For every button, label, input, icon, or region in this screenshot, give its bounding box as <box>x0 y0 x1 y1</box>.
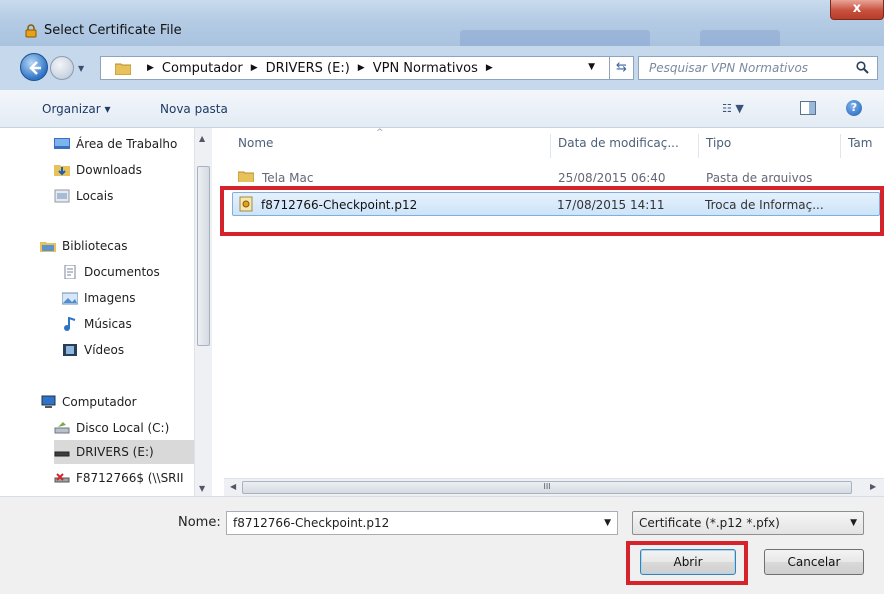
nav-scroll-thumb[interactable] <box>197 166 210 346</box>
lock-icon <box>25 24 37 38</box>
help-icon[interactable]: ? <box>846 100 862 116</box>
scroll-left-icon[interactable]: ◀ <box>230 482 236 491</box>
filetype-value: Certificate (*.p12 *.pfx) <box>639 516 780 530</box>
file-row-folder[interactable]: Tela Mac 25/08/2015 06:40 Pasta de arqui… <box>232 168 880 182</box>
title-bar: Select Certificate File x <box>0 0 884 48</box>
chevron-down-icon[interactable]: ▼ <box>850 512 857 534</box>
places-icon <box>54 189 70 203</box>
address-dropdown[interactable]: ▼ <box>588 62 595 72</box>
documents-icon <box>64 265 76 279</box>
highlight-box-file <box>220 186 884 236</box>
column-header-type[interactable]: Tipo <box>706 136 731 150</box>
close-button[interactable]: x <box>830 0 884 20</box>
music-icon <box>64 317 76 331</box>
recent-locations-dropdown[interactable]: ▼ <box>78 64 84 73</box>
navigation-pane: Área de Trabalho Downloads Locais Biblio… <box>0 128 214 496</box>
breadcrumb-computer[interactable]: Computador <box>162 61 243 76</box>
highlight-box-open <box>626 541 748 585</box>
column-header-date[interactable]: Data de modificaç... <box>558 136 679 150</box>
nav-item-computer[interactable]: Computador <box>40 390 137 414</box>
libraries-icon <box>40 242 56 252</box>
filetype-select[interactable]: Certificate (*.p12 *.pfx) ▼ <box>632 511 864 535</box>
new-folder-button[interactable]: Nova pasta <box>160 102 228 116</box>
refresh-button[interactable]: ⇆ <box>610 56 634 80</box>
downloads-icon <box>54 165 70 176</box>
nav-item-images[interactable]: Imagens <box>62 286 135 310</box>
videos-icon <box>63 344 77 356</box>
folder-icon <box>115 63 131 75</box>
chevron-down-icon[interactable]: ▼ <box>604 512 611 534</box>
column-divider[interactable] <box>550 134 551 158</box>
hscroll-thumb[interactable]: III <box>242 481 852 494</box>
search-placeholder: Pesquisar VPN Normativos <box>649 61 809 75</box>
pane-splitter[interactable] <box>214 128 224 496</box>
disk-icon <box>54 422 70 434</box>
search-input[interactable]: Pesquisar VPN Normativos <box>638 56 878 80</box>
nav-item-documents[interactable]: Documentos <box>62 260 160 284</box>
nav-item-network-drive[interactable]: F8712766$ (\\SRII <box>54 466 184 490</box>
address-bar[interactable]: ▶ Computador ▶ DRIVERS (E:) ▶ VPN Normat… <box>100 56 610 80</box>
filename-input[interactable]: f8712766-Checkpoint.p12 ▼ <box>226 511 618 535</box>
cancel-button[interactable]: Cancelar <box>764 549 864 575</box>
scroll-right-icon[interactable]: ▶ <box>870 482 876 491</box>
preview-pane-icon[interactable] <box>800 101 816 115</box>
file-list-hscrollbar[interactable]: ◀ III ▶ <box>224 478 884 496</box>
back-button[interactable] <box>20 53 48 81</box>
breadcrumb-drive[interactable]: DRIVERS (E:) <box>266 61 350 76</box>
nav-item-downloads[interactable]: Downloads <box>54 158 142 182</box>
filename-value: f8712766-Checkpoint.p12 <box>233 516 390 530</box>
chevron-right-icon: ▶ <box>147 63 154 73</box>
nav-item-desktop[interactable]: Área de Trabalho <box>54 132 177 156</box>
column-divider[interactable] <box>840 134 841 158</box>
search-icon <box>856 61 869 74</box>
network-drive-icon <box>54 473 70 483</box>
nav-item-libraries[interactable]: Bibliotecas <box>40 234 127 258</box>
file-list: Nome ^ Data de modificaç... Tipo Tam Tel… <box>220 128 884 478</box>
file-name-panel: Nome: f8712766-Checkpoint.p12 ▼ Certific… <box>0 496 884 594</box>
desktop-icon <box>54 138 70 149</box>
computer-icon <box>41 395 56 408</box>
drive-icon <box>54 451 70 457</box>
window-title: Select Certificate File <box>44 23 182 38</box>
column-divider[interactable] <box>698 134 699 158</box>
nav-item-videos[interactable]: Vídeos <box>62 338 124 362</box>
nav-scrollbar[interactable]: ▲ ▼ <box>194 128 212 496</box>
filename-label: Nome: <box>178 515 221 530</box>
sort-indicator-icon: ^ <box>376 128 384 138</box>
command-bar: Organizar ▾ Nova pasta ☷ ▼ ? <box>0 90 884 128</box>
column-header-name[interactable]: Nome <box>238 136 273 150</box>
scroll-down-icon[interactable]: ▼ <box>199 484 205 493</box>
forward-button[interactable] <box>50 56 74 80</box>
address-row: ▼ ▶ Computador ▶ DRIVERS (E:) ▶ VPN Norm… <box>0 46 884 90</box>
column-header-size[interactable]: Tam <box>848 136 872 150</box>
nav-item-local-disk[interactable]: Disco Local (C:) <box>54 416 169 440</box>
images-icon <box>62 292 78 305</box>
chevron-right-icon[interactable]: ▶ <box>486 63 493 73</box>
chevron-right-icon[interactable]: ▶ <box>251 63 258 73</box>
breadcrumb-folder[interactable]: VPN Normativos <box>373 61 478 76</box>
nav-item-drivers[interactable]: DRIVERS (E:) <box>54 440 194 464</box>
chevron-right-icon[interactable]: ▶ <box>358 63 365 73</box>
scroll-up-icon[interactable]: ▲ <box>199 134 205 143</box>
view-options-icon[interactable]: ☷ ▼ <box>722 102 744 115</box>
organize-button[interactable]: Organizar ▾ <box>42 102 111 116</box>
nav-item-places[interactable]: Locais <box>54 184 113 208</box>
arrow-left-icon <box>29 61 41 75</box>
folder-icon <box>238 171 254 182</box>
nav-item-music[interactable]: Músicas <box>62 312 132 336</box>
